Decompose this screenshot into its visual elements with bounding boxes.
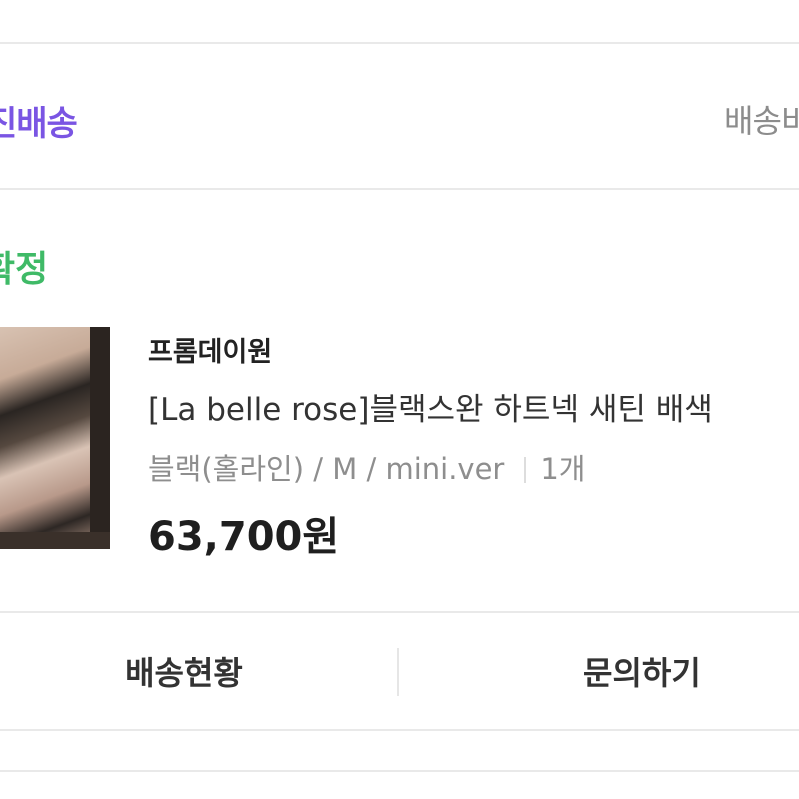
product-name[interactable]: [La belle rose]블랙스완 하트넥 새틴 배색	[148, 384, 713, 429]
order-detail-page: 진배송 배송비 확정 프롬데이원 [La belle rose]블랙스완 하트넥…	[0, 0, 799, 799]
shipping-type-label: 진배송	[0, 104, 78, 144]
order-status-label: 확정	[0, 249, 49, 290]
tracking-button-label: 배송현황	[125, 654, 243, 692]
product-option: 블랙(홀라인) / M / mini.ver	[148, 452, 505, 486]
top-divider	[0, 42, 799, 44]
product-thumbnail[interactable]	[0, 327, 110, 549]
button-separator	[397, 648, 399, 696]
inquiry-button-label: 문의하기	[583, 654, 701, 692]
product-quantity: 1개	[540, 452, 586, 486]
store-name[interactable]: 프롬데이원	[148, 330, 272, 369]
thumbnail-band	[0, 532, 110, 549]
shipping-fee-link[interactable]: 배송비	[724, 96, 799, 142]
bottom-divider	[0, 770, 799, 772]
actions-bottom-divider	[0, 729, 799, 731]
option-separator	[524, 457, 527, 483]
product-price: 63,700원	[148, 514, 340, 560]
thumbnail-shade	[90, 327, 110, 549]
inquiry-button[interactable]: 문의하기	[400, 613, 799, 729]
shipping-divider	[0, 188, 799, 190]
product-option-row: 블랙(홀라인) / M / mini.ver 1개	[148, 446, 586, 488]
tracking-button[interactable]: 배송현황	[0, 613, 398, 729]
